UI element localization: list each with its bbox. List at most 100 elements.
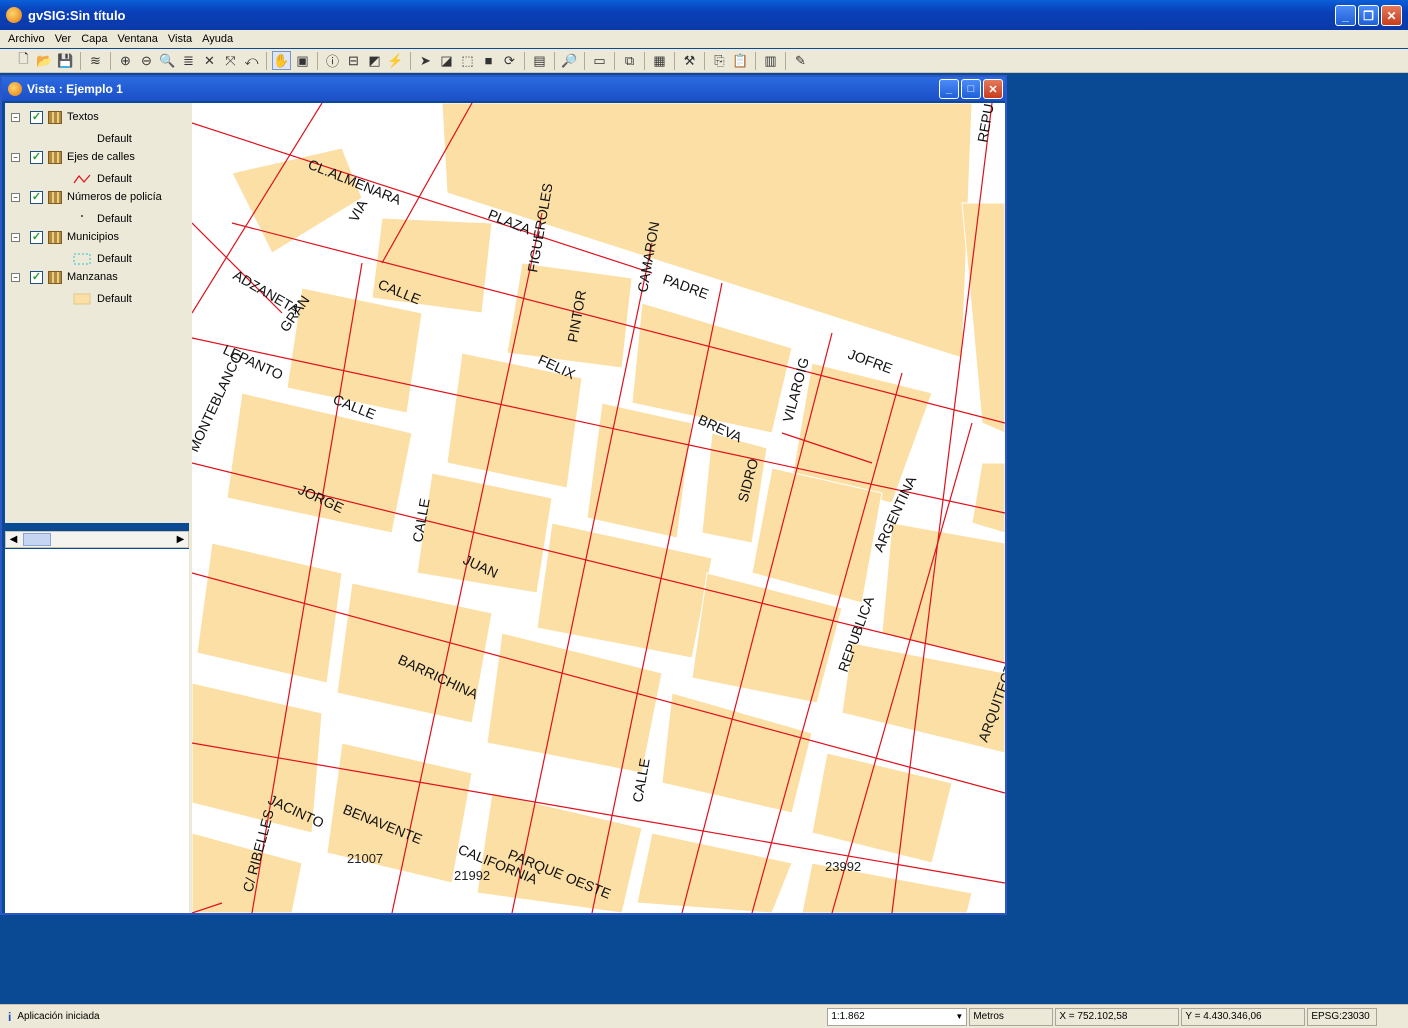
collapse-icon[interactable]: − <box>11 232 20 242</box>
table-icon[interactable]: ▤ <box>530 51 549 70</box>
layer-visibility-checkbox[interactable]: ✓ <box>30 110 43 124</box>
collapse-icon[interactable]: − <box>11 272 20 282</box>
layer-row[interactable]: − ✓ Números de policía <box>11 189 162 205</box>
invert-selection-icon[interactable]: ⟳ <box>500 51 519 70</box>
scroll-right-icon[interactable]: ▶ <box>173 532 188 547</box>
new-file-icon[interactable]: 🗋 <box>14 51 33 70</box>
municipality-code: 21007 <box>347 851 383 866</box>
menu-ver[interactable]: Ver <box>55 33 72 45</box>
open-folder-icon[interactable]: 📂 <box>35 51 54 70</box>
legend-row: Default <box>73 291 132 307</box>
layer-row[interactable]: − ✓ Textos <box>11 109 99 125</box>
toolbar: 🗋 📂 💾 ≋ ⊕ ⊖ 🔍 ≣ ✕ ⤧ ⤺ ✋ ▣ ⓘ ⊟ ◩ ⚡ ➤ ◪ ⬚ … <box>0 49 1408 73</box>
statusbar: i Aplicación iniciada 1:1.862 ▼ Metros X… <box>0 1004 1408 1028</box>
scale-select[interactable]: 1:1.862 ▼ <box>827 1007 968 1026</box>
legend-row: Default <box>73 211 132 227</box>
copy-icon[interactable]: ⎘ <box>710 51 729 70</box>
line-symbol-icon <box>73 174 91 184</box>
menu-ayuda[interactable]: Ayuda <box>202 33 233 45</box>
layer-visibility-checkbox[interactable]: ✓ <box>30 270 43 284</box>
minimize-button[interactable]: _ <box>1335 5 1356 26</box>
zoom-window-icon[interactable]: 🔍 <box>158 51 177 70</box>
layer-visibility-checkbox[interactable]: ✓ <box>30 230 43 244</box>
toc-horizontal-scrollbar[interactable]: ◀ ▶ <box>5 531 189 548</box>
pan-hand-icon[interactable]: ✋ <box>272 51 291 70</box>
layer-visibility-checkbox[interactable]: ✓ <box>30 150 43 164</box>
scroll-left-icon[interactable]: ◀ <box>6 532 21 547</box>
zoom-out-icon[interactable]: ⊖ <box>137 51 156 70</box>
collapse-icon[interactable]: − <box>11 112 20 122</box>
menu-capa[interactable]: Capa <box>81 33 107 45</box>
layer-name: Números de policía <box>67 191 162 203</box>
previous-zoom-icon[interactable]: ⤺ <box>242 51 261 70</box>
block-polygon <box>881 522 1005 664</box>
select-pointer-icon[interactable]: ➤ <box>416 51 435 70</box>
x-coordinate-field: X = 752.102,58 <box>1055 1007 1180 1026</box>
edit-icon[interactable]: ✎ <box>791 51 810 70</box>
view-title: Vista : Ejemplo 1 <box>27 82 123 96</box>
zoom-in-icon[interactable]: ⊕ <box>116 51 135 70</box>
block-polygon <box>971 462 1005 534</box>
restore-button[interactable]: ❐ <box>1358 5 1379 26</box>
layer-icon <box>48 150 62 164</box>
block-polygon <box>961 202 1005 434</box>
menu-archivo[interactable]: Archivo <box>8 33 45 45</box>
legend-row: Default <box>73 251 132 267</box>
map-canvas[interactable]: CL.ALMENARA VIA PLAZA FIGUEROLES CALLE ADZANE… <box>192 103 1005 913</box>
block-polygon <box>231 147 363 254</box>
layer-row[interactable]: − ✓ Municipios <box>11 229 119 245</box>
select-layer-icon[interactable]: ■ <box>479 51 498 70</box>
add-layer-icon[interactable]: ≋ <box>86 51 105 70</box>
gvsig-logo-icon <box>6 7 22 23</box>
hyperlink-icon[interactable]: ⚡ <box>386 51 405 70</box>
paste-icon[interactable]: 📋 <box>731 51 750 70</box>
view-minimize-button[interactable]: _ <box>939 79 959 99</box>
y-coordinate-field: Y = 4.430.346,06 <box>1181 1007 1306 1026</box>
chevron-down-icon[interactable]: ▼ <box>955 1012 963 1021</box>
save-icon[interactable]: 💾 <box>56 51 75 70</box>
layout-icon[interactable]: ⧉ <box>620 51 639 70</box>
map-svg[interactable]: CL.ALMENARAVIA PLAZAFIGUEROLESCALLEADZANE… <box>192 103 1005 913</box>
polygon-fill-symbol-icon <box>73 293 91 305</box>
scroll-thumb[interactable] <box>23 533 51 546</box>
layer-visibility-checkbox[interactable]: ✓ <box>30 190 43 204</box>
close-button[interactable]: ✕ <box>1381 5 1402 26</box>
find-icon[interactable]: 🔎 <box>560 51 579 70</box>
municipality-code: 21992 <box>454 868 490 883</box>
units-field: Metros <box>969 1007 1054 1026</box>
grid-icon[interactable]: ▦ <box>650 51 669 70</box>
tools-icon[interactable]: ⚒ <box>680 51 699 70</box>
layer-icon <box>48 270 62 284</box>
app-titlebar: gvSIG:Sin título _ ❐ ✕ <box>0 0 1408 30</box>
menu-ventana[interactable]: Ventana <box>118 33 158 45</box>
block-polygon <box>336 582 493 724</box>
measure-distance-icon[interactable]: ⊟ <box>344 51 363 70</box>
menu-vista[interactable]: Vista <box>168 33 192 45</box>
crs-value: EPSG:23030 <box>1311 1011 1370 1022</box>
collapse-icon[interactable]: − <box>11 192 20 202</box>
view-maximize-button[interactable]: □ <box>961 79 981 99</box>
collapse-icon[interactable]: − <box>11 152 20 162</box>
block-polygon <box>536 522 713 659</box>
locator-map-icon[interactable]: ▣ <box>293 51 312 70</box>
zoom-extent-icon[interactable]: ⤧ <box>221 51 240 70</box>
layer-row[interactable]: − ✓ Manzanas <box>11 269 118 285</box>
view-close-button[interactable]: ✕ <box>983 79 1003 99</box>
layer-name: Manzanas <box>67 271 118 283</box>
project-manager-icon[interactable]: ▥ <box>761 51 780 70</box>
block-polygon <box>371 217 493 314</box>
layer-row[interactable]: − ✓ Ejes de calles <box>11 149 135 165</box>
layer-icon <box>48 190 62 204</box>
crs-field: EPSG:23030 <box>1307 1007 1378 1026</box>
info-icon[interactable]: ⓘ <box>323 51 342 70</box>
select-rectangle-icon[interactable]: ◪ <box>437 51 456 70</box>
rectangle-icon[interactable]: ▭ <box>590 51 609 70</box>
block-polygon <box>631 302 793 434</box>
layers-icon[interactable]: ≣ <box>179 51 198 70</box>
zoom-full-icon[interactable]: ✕ <box>200 51 219 70</box>
select-polygon-icon[interactable]: ⬚ <box>458 51 477 70</box>
measure-area-icon[interactable]: ◩ <box>365 51 384 70</box>
legend-label: Default <box>97 133 132 145</box>
layer-name: Municipios <box>67 231 119 243</box>
info-status-icon: i <box>8 1009 12 1024</box>
